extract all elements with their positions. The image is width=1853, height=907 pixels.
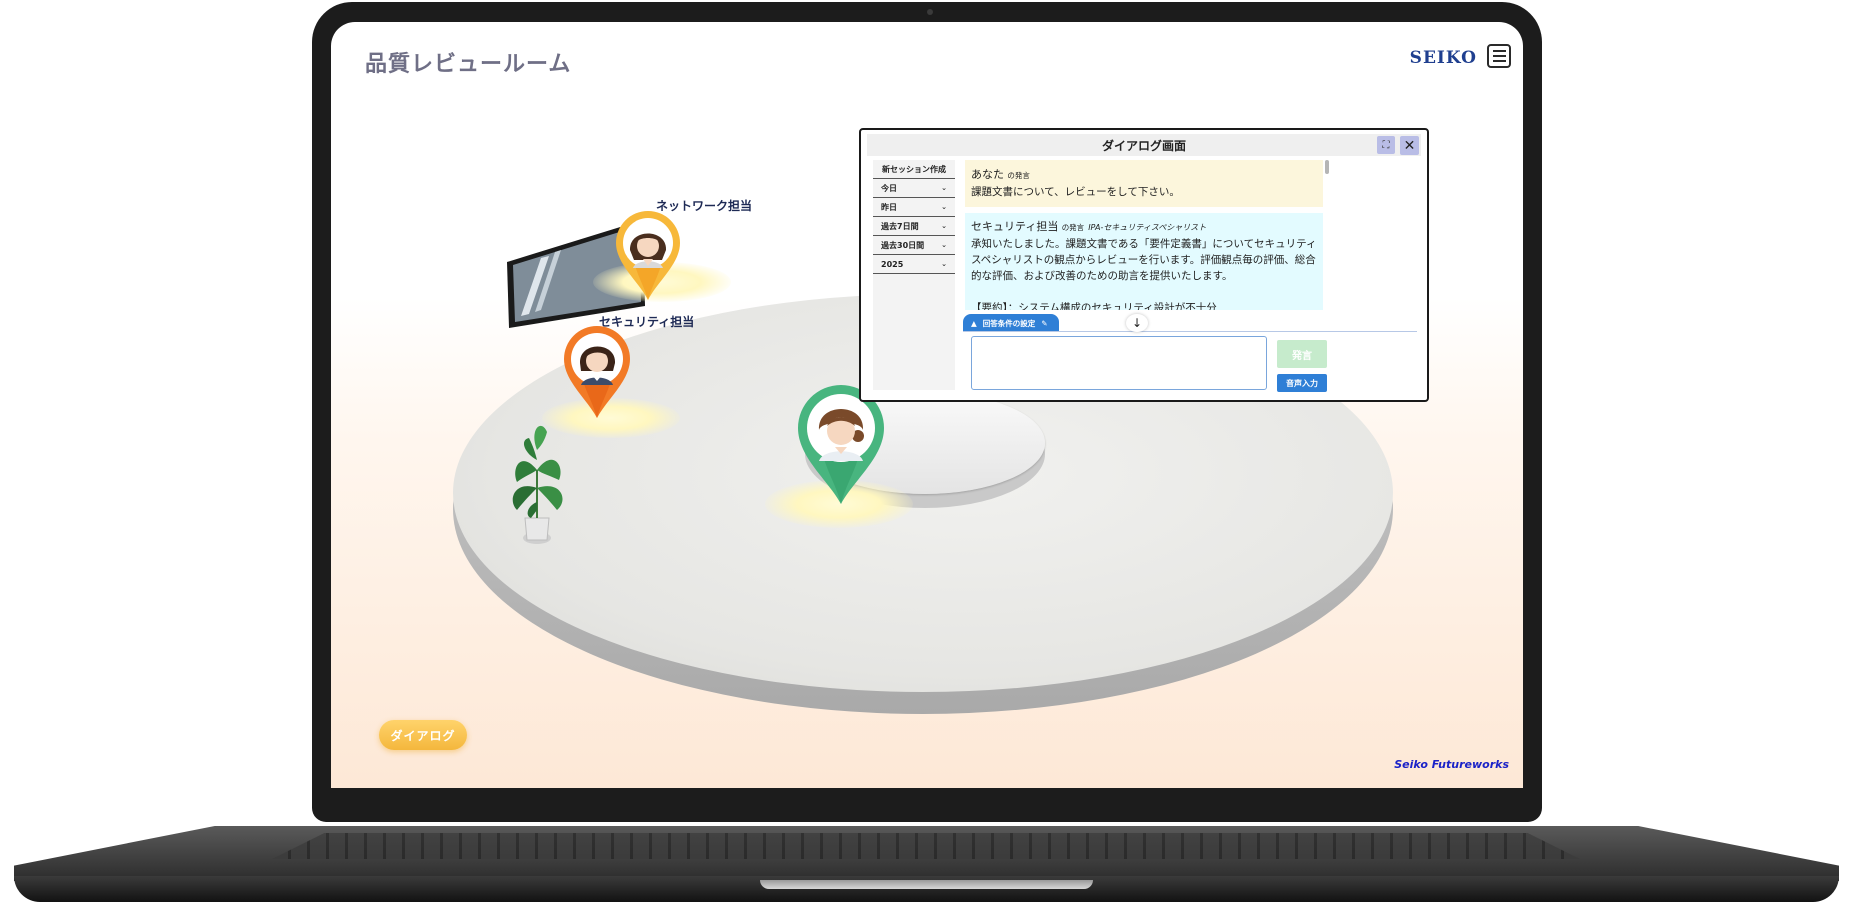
session-group-label: 過去30日間 [881, 240, 925, 250]
dialog-header: ダイアログ画面 ⛶ ✕ [867, 134, 1421, 156]
avatar-pin-security[interactable] [561, 325, 633, 420]
divider [963, 331, 1417, 332]
dialog-title: ダイアログ画面 [1101, 139, 1186, 153]
page-title: 品質レビュールーム [365, 52, 572, 77]
send-button[interactable]: 発言 [1277, 340, 1327, 368]
new-session-button[interactable]: 新セッション作成 [873, 160, 955, 179]
potted-plant-icon [512, 425, 563, 544]
session-group-label: 2025 [881, 259, 904, 269]
assistant-message: セキュリティ担当 の発言 IPA-セキュリティスペシャリスト 承知いたしました。課… [965, 213, 1323, 310]
dialog-window: ダイアログ画面 ⛶ ✕ 新セッション作成 今日 ⌄ 昨日 ⌄ 過去7日間 ⌄ 過去30… [859, 128, 1429, 402]
session-group-30days[interactable]: 過去30日間 ⌄ [873, 236, 955, 255]
voice-input-button[interactable]: 音声入力 [1277, 374, 1327, 392]
message-text: 課題文書について、レビューをして下さい。 [971, 186, 1180, 198]
answer-settings-tab[interactable]: ▲ 回答条件の設定 ✎ [963, 314, 1059, 332]
edit-icon: ✎ [1041, 318, 1048, 328]
answer-settings-label: 回答条件の設定 [982, 318, 1036, 328]
speaker-name: セキュリティ担当 [971, 220, 1059, 233]
keyboard-keys [272, 833, 1580, 859]
speaker-suffix: の発言 [1007, 171, 1030, 180]
avatar-pin-center[interactable] [795, 384, 887, 506]
message-line [971, 284, 1317, 300]
message-line: スペシャリストの観点からレビューを行います。評価観点毎の評価、総合 [971, 254, 1316, 266]
scroll-down-icon[interactable]: ↓ [1126, 314, 1148, 332]
chevron-down-icon: ⌄ [941, 260, 947, 268]
chevron-down-icon: ⌄ [941, 184, 947, 192]
session-group-label: 今日 [881, 183, 897, 193]
speaker-suffix: の発言 [1061, 223, 1085, 232]
scrollbar-thumb[interactable] [1325, 160, 1329, 174]
laptop-hinge [760, 880, 1093, 889]
session-group-2025[interactable]: 2025 ⌄ [873, 255, 955, 274]
hamburger-menu-icon[interactable] [1487, 44, 1511, 68]
brand-logo: SEIKO [1409, 48, 1477, 68]
message-line: 的な評価、および改善のための助言を提供いたします。 [971, 270, 1233, 282]
session-group-yesterday[interactable]: 昨日 ⌄ [873, 198, 955, 217]
footer-brand: Seiko Futureworks [1394, 758, 1509, 771]
chevron-down-icon: ⌄ [941, 203, 947, 211]
chat-log[interactable]: あなた の発言 課題文書について、レビューをして下さい。 セキュリティ担当 の発… [965, 160, 1323, 310]
dialog-open-button[interactable]: ダイアログ [379, 720, 467, 750]
session-group-7days[interactable]: 過去7日間 ⌄ [873, 217, 955, 236]
session-sidebar: 新セッション作成 今日 ⌄ 昨日 ⌄ 過去7日間 ⌄ 過去30日間 ⌄ 2025 ⌄ [873, 160, 955, 390]
app-screen: 品質レビュールーム SEIKO ネットワーク担当 セキュリティ担当 ダイアログ … [331, 22, 1523, 788]
user-message: あなた の発言 課題文書について、レビューをして下さい。 [965, 160, 1323, 207]
message-line: 【要約】：システム構成のセキュリティ設計が不十分 [971, 302, 1217, 310]
chevron-down-icon: ⌄ [941, 241, 947, 249]
camera-icon [927, 9, 933, 15]
session-group-today[interactable]: 今日 ⌄ [873, 179, 955, 198]
expand-icon[interactable]: ⛶ [1377, 136, 1395, 154]
session-group-label: 過去7日間 [881, 221, 919, 231]
chat-scrollbar[interactable] [1325, 160, 1329, 310]
triangle-up-icon: ▲ [971, 318, 977, 328]
speaker-role: IPA-セキュリティスペシャリスト [1088, 223, 1207, 232]
message-line: 承知いたしました。課題文書である「要件定義書」についてセキュリティ [971, 238, 1317, 250]
speaker-name: あなた [971, 168, 1004, 181]
close-icon[interactable]: ✕ [1400, 136, 1419, 155]
message-input[interactable] [971, 336, 1267, 390]
avatar-pin-network[interactable] [613, 210, 683, 302]
chevron-down-icon: ⌄ [941, 222, 947, 230]
session-group-label: 昨日 [881, 202, 897, 212]
